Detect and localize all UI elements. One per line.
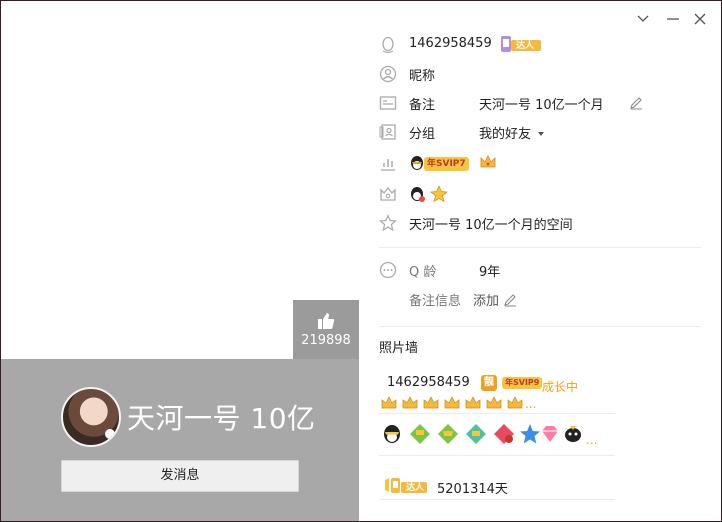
avatar-badge bbox=[105, 429, 115, 439]
divider bbox=[379, 499, 615, 500]
contacts-icon bbox=[379, 124, 396, 140]
crown-icon bbox=[423, 396, 439, 409]
profile-card: 天河一号 10亿 发消息 bbox=[1, 359, 359, 521]
remark-label: 备注 bbox=[409, 98, 436, 113]
talent-badge[interactable]: 达人 bbox=[497, 34, 543, 54]
star-badge-icon[interactable] bbox=[430, 185, 448, 203]
more-circle-icon bbox=[379, 261, 397, 279]
divider bbox=[379, 413, 615, 414]
add-label: 添加 bbox=[473, 294, 500, 309]
video-diamond-icon bbox=[466, 424, 486, 444]
profile-window: 219898 天河一号 10亿 发消息 1462958459 达人 昵称 备注 … bbox=[1, 1, 721, 521]
wall-svip-badge: 年SVIP9 bbox=[502, 377, 543, 389]
photo-wall-title: 照片墙 bbox=[379, 341, 419, 356]
nickname-label: 昵称 bbox=[409, 69, 436, 84]
add-remark-link[interactable]: 添加 bbox=[473, 290, 517, 309]
penguin-icon bbox=[382, 36, 394, 54]
group-select[interactable]: 我的好友 bbox=[479, 123, 545, 142]
music-diamond-icon bbox=[438, 424, 458, 444]
qage-label: Q 龄 bbox=[409, 265, 437, 280]
space-link[interactable]: 天河一号 10亿一个月的空间 bbox=[409, 214, 573, 233]
remark-value[interactable]: 天河一号 10亿一个月 bbox=[479, 94, 604, 113]
qq-game-icon[interactable] bbox=[408, 185, 426, 203]
remark-row: 备注 天河一号 10亿一个月 bbox=[379, 92, 709, 114]
edit-pencil-icon[interactable] bbox=[629, 96, 643, 110]
wall-days: 5201314天 bbox=[437, 482, 508, 497]
crown-icon[interactable] bbox=[479, 153, 497, 171]
display-name: 天河一号 10亿 bbox=[127, 402, 316, 435]
dropdown-icon[interactable] bbox=[636, 12, 650, 26]
wall-talent-label: 达人 bbox=[406, 483, 425, 493]
id-card-icon bbox=[379, 96, 397, 110]
thumbs-up-icon bbox=[318, 313, 335, 329]
more-dots: ... bbox=[525, 397, 537, 411]
avatar[interactable] bbox=[61, 387, 121, 447]
qage-value: 9年 bbox=[479, 265, 501, 280]
group-label: 分组 bbox=[409, 127, 436, 142]
divider bbox=[379, 326, 701, 327]
star-outline-icon bbox=[379, 214, 397, 232]
group-value: 我的好友 bbox=[479, 127, 532, 142]
level-row: 年SVIP7 bbox=[379, 152, 709, 174]
liang-badge: 靓 bbox=[481, 375, 497, 391]
chevron-down-icon bbox=[538, 132, 545, 136]
bar-chart-icon bbox=[381, 159, 395, 171]
divider bbox=[379, 247, 701, 248]
crown-icon bbox=[381, 396, 397, 409]
qq-number-row: 1462958459 达人 bbox=[379, 34, 709, 56]
send-message-button[interactable]: 发消息 bbox=[61, 460, 299, 492]
badges-row bbox=[379, 183, 709, 205]
more-dots: ... bbox=[586, 433, 598, 447]
crown-icon bbox=[444, 396, 460, 409]
crown-icon bbox=[486, 396, 502, 409]
svip-badge[interactable]: 年SVIP7 bbox=[424, 157, 469, 171]
close-icon[interactable] bbox=[693, 12, 707, 26]
talent-badge-label: 达人 bbox=[516, 41, 535, 51]
remark-info-label: 备注信息 bbox=[409, 294, 462, 309]
left-panel: 219898 天河一号 10亿 发消息 bbox=[1, 1, 359, 521]
growing-label: 成长中 bbox=[542, 380, 579, 394]
crown-icon bbox=[465, 396, 481, 409]
green-diamond-icon bbox=[410, 424, 430, 444]
remark-info-row: 备注信息 添加 bbox=[379, 288, 709, 310]
pink-gem-icon bbox=[542, 426, 558, 442]
divider bbox=[379, 455, 615, 456]
qage-row: Q 龄 9年 bbox=[379, 259, 709, 281]
like-count: 219898 bbox=[301, 333, 351, 348]
crown-icon bbox=[402, 396, 418, 409]
black-penguin-icon bbox=[565, 426, 581, 442]
blue-star-icon bbox=[520, 424, 540, 444]
edit-pencil-icon bbox=[504, 294, 517, 307]
group-row: 分组 我的好友 bbox=[379, 121, 709, 143]
nickname-row: 昵称 bbox=[379, 63, 709, 85]
qq-number: 1462958459 bbox=[409, 36, 492, 51]
minimize-icon[interactable] bbox=[666, 12, 680, 26]
shield-crown-icon bbox=[380, 186, 396, 201]
space-row: 天河一号 10亿一个月的空间 bbox=[379, 212, 709, 234]
crown-icon bbox=[507, 396, 523, 409]
qq-member-icon bbox=[384, 425, 400, 443]
wall-qq-number: 1462958459 bbox=[387, 375, 470, 390]
red-diamond-icon bbox=[494, 424, 514, 444]
right-panel: 1462958459 达人 昵称 备注 天河一号 10亿一个月 分组 我的好友 … bbox=[359, 1, 721, 521]
user-icon bbox=[379, 65, 397, 83]
like-button[interactable]: 219898 bbox=[293, 300, 359, 360]
